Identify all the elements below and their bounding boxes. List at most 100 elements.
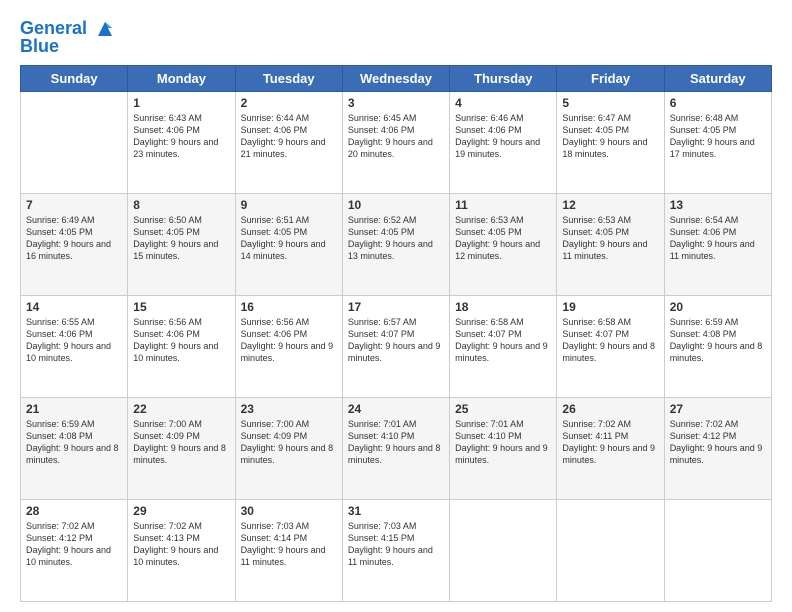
empty-cell [557,500,664,602]
calendar-day-cell: 23 Sunrise: 7:00 AM Sunset: 4:09 PM Dayli… [235,398,342,500]
day-of-week-header: Wednesday [342,66,449,92]
calendar-day-cell: 12 Sunrise: 6:53 AM Sunset: 4:05 PM Dayli… [557,194,664,296]
logo-general: General [20,18,87,38]
calendar-day-cell: 27 Sunrise: 7:02 AM Sunset: 4:12 PM Dayli… [664,398,771,500]
calendar-day-cell: 4 Sunrise: 6:46 AM Sunset: 4:06 PM Daylig… [450,92,557,194]
day-info: Sunrise: 6:45 AM Sunset: 4:06 PM Dayligh… [348,112,444,161]
day-number: 15 [133,300,229,314]
calendar-day-cell: 8 Sunrise: 6:50 AM Sunset: 4:05 PM Daylig… [128,194,235,296]
empty-cell [664,500,771,602]
day-of-week-header: Tuesday [235,66,342,92]
day-info: Sunrise: 6:47 AM Sunset: 4:05 PM Dayligh… [562,112,658,161]
calendar-day-cell: 14Sunrise: 6:55 AM Sunset: 4:06 PM Dayli… [21,296,128,398]
calendar-day-cell: 18 Sunrise: 6:58 AM Sunset: 4:07 PM Dayli… [450,296,557,398]
day-number: 28 [26,504,122,518]
day-number: 19 [562,300,658,314]
empty-cell [450,500,557,602]
calendar-day-cell: 9 Sunrise: 6:51 AM Sunset: 4:05 PM Daylig… [235,194,342,296]
day-number: 8 [133,198,229,212]
day-number: 29 [133,504,229,518]
day-info: Sunrise: 6:58 AM Sunset: 4:07 PM Dayligh… [562,316,658,365]
day-of-week-header: Sunday [21,66,128,92]
day-info: Sunrise: 6:56 AM Sunset: 4:06 PM Dayligh… [241,316,337,365]
day-number: 12 [562,198,658,212]
day-number: 6 [670,96,766,110]
logo: General Blue [20,18,116,57]
day-info: Sunrise: 6:55 AM Sunset: 4:06 PM Dayligh… [26,316,122,365]
day-number: 25 [455,402,551,416]
day-info: Sunrise: 6:51 AM Sunset: 4:05 PM Dayligh… [241,214,337,263]
calendar-day-cell: 7 Sunrise: 6:49 AM Sunset: 4:05 PM Daylig… [21,194,128,296]
day-info: Sunrise: 7:02 AM Sunset: 4:11 PM Dayligh… [562,418,658,467]
day-info: Sunrise: 6:53 AM Sunset: 4:05 PM Dayligh… [562,214,658,263]
day-number: 22 [133,402,229,416]
calendar-day-cell: 11Sunrise: 6:53 AM Sunset: 4:05 PM Dayli… [450,194,557,296]
day-info: Sunrise: 6:46 AM Sunset: 4:06 PM Dayligh… [455,112,551,161]
day-info: Sunrise: 7:03 AM Sunset: 4:14 PM Dayligh… [241,520,337,569]
calendar-day-cell: 22 Sunrise: 7:00 AM Sunset: 4:09 PM Dayli… [128,398,235,500]
day-number: 1 [133,96,229,110]
calendar-day-cell: 15 Sunrise: 6:56 AM Sunset: 4:06 PM Dayli… [128,296,235,398]
calendar-day-cell: 24 Sunrise: 7:01 AM Sunset: 4:10 PM Dayli… [342,398,449,500]
day-info: Sunrise: 6:52 AM Sunset: 4:05 PM Dayligh… [348,214,444,263]
calendar-day-cell: 1 Sunrise: 6:43 AM Sunset: 4:06 PM Daylig… [128,92,235,194]
day-info: Sunrise: 7:02 AM Sunset: 4:13 PM Dayligh… [133,520,229,569]
day-info: Sunrise: 6:43 AM Sunset: 4:06 PM Dayligh… [133,112,229,161]
calendar-day-cell: 16 Sunrise: 6:56 AM Sunset: 4:06 PM Dayli… [235,296,342,398]
calendar-week-row: 21Sunrise: 6:59 AM Sunset: 4:08 PM Dayli… [21,398,772,500]
calendar-day-cell: 3 Sunrise: 6:45 AM Sunset: 4:06 PM Daylig… [342,92,449,194]
day-info: Sunrise: 6:58 AM Sunset: 4:07 PM Dayligh… [455,316,551,365]
day-number: 9 [241,198,337,212]
day-info: Sunrise: 6:44 AM Sunset: 4:06 PM Dayligh… [241,112,337,161]
calendar-week-row: 14Sunrise: 6:55 AM Sunset: 4:06 PM Dayli… [21,296,772,398]
day-info: Sunrise: 7:03 AM Sunset: 4:15 PM Dayligh… [348,520,444,569]
day-info: Sunrise: 7:00 AM Sunset: 4:09 PM Dayligh… [133,418,229,467]
calendar-day-cell: 25 Sunrise: 7:01 AM Sunset: 4:10 PM Dayli… [450,398,557,500]
day-info: Sunrise: 7:00 AM Sunset: 4:09 PM Dayligh… [241,418,337,467]
calendar-day-cell: 10 Sunrise: 6:52 AM Sunset: 4:05 PM Dayli… [342,194,449,296]
day-info: Sunrise: 6:53 AM Sunset: 4:05 PM Dayligh… [455,214,551,263]
day-number: 24 [348,402,444,416]
day-number: 4 [455,96,551,110]
day-info: Sunrise: 7:02 AM Sunset: 4:12 PM Dayligh… [670,418,766,467]
calendar-day-cell: 5Sunrise: 6:47 AM Sunset: 4:05 PM Daylig… [557,92,664,194]
day-info: Sunrise: 6:48 AM Sunset: 4:05 PM Dayligh… [670,112,766,161]
day-number: 13 [670,198,766,212]
day-number: 2 [241,96,337,110]
day-number: 18 [455,300,551,314]
day-info: Sunrise: 7:01 AM Sunset: 4:10 PM Dayligh… [455,418,551,467]
day-number: 27 [670,402,766,416]
calendar-day-cell: 29 Sunrise: 7:02 AM Sunset: 4:13 PM Dayli… [128,500,235,602]
day-number: 20 [670,300,766,314]
day-number: 23 [241,402,337,416]
calendar-day-cell: 6 Sunrise: 6:48 AM Sunset: 4:05 PM Daylig… [664,92,771,194]
calendar-day-cell: 2 Sunrise: 6:44 AM Sunset: 4:06 PM Daylig… [235,92,342,194]
day-number: 10 [348,198,444,212]
day-info: Sunrise: 6:49 AM Sunset: 4:05 PM Dayligh… [26,214,122,263]
day-info: Sunrise: 6:50 AM Sunset: 4:05 PM Dayligh… [133,214,229,263]
header: General Blue [20,18,772,57]
day-of-week-header: Friday [557,66,664,92]
calendar-day-cell: 21Sunrise: 6:59 AM Sunset: 4:08 PM Dayli… [21,398,128,500]
calendar-header-row: SundayMondayTuesdayWednesdayThursdayFrid… [21,66,772,92]
day-info: Sunrise: 6:57 AM Sunset: 4:07 PM Dayligh… [348,316,444,365]
calendar-week-row: 1 Sunrise: 6:43 AM Sunset: 4:06 PM Daylig… [21,92,772,194]
calendar-day-cell: 31 Sunrise: 7:03 AM Sunset: 4:15 PM Dayli… [342,500,449,602]
day-of-week-header: Monday [128,66,235,92]
day-number: 30 [241,504,337,518]
calendar-day-cell: 20 Sunrise: 6:59 AM Sunset: 4:08 PM Dayli… [664,296,771,398]
calendar-week-row: 28Sunrise: 7:02 AM Sunset: 4:12 PM Dayli… [21,500,772,602]
day-number: 3 [348,96,444,110]
day-info: Sunrise: 7:01 AM Sunset: 4:10 PM Dayligh… [348,418,444,467]
day-number: 16 [241,300,337,314]
logo-bird-icon [94,18,116,40]
calendar-day-cell: 13Sunrise: 6:54 AM Sunset: 4:06 PM Dayli… [664,194,771,296]
day-number: 7 [26,198,122,212]
day-info: Sunrise: 6:56 AM Sunset: 4:06 PM Dayligh… [133,316,229,365]
day-number: 31 [348,504,444,518]
day-info: Sunrise: 6:59 AM Sunset: 4:08 PM Dayligh… [670,316,766,365]
day-number: 21 [26,402,122,416]
calendar-day-cell: 26Sunrise: 7:02 AM Sunset: 4:11 PM Dayli… [557,398,664,500]
page: General Blue SundayMondayTuesdayWednesda… [0,0,792,612]
day-of-week-header: Thursday [450,66,557,92]
